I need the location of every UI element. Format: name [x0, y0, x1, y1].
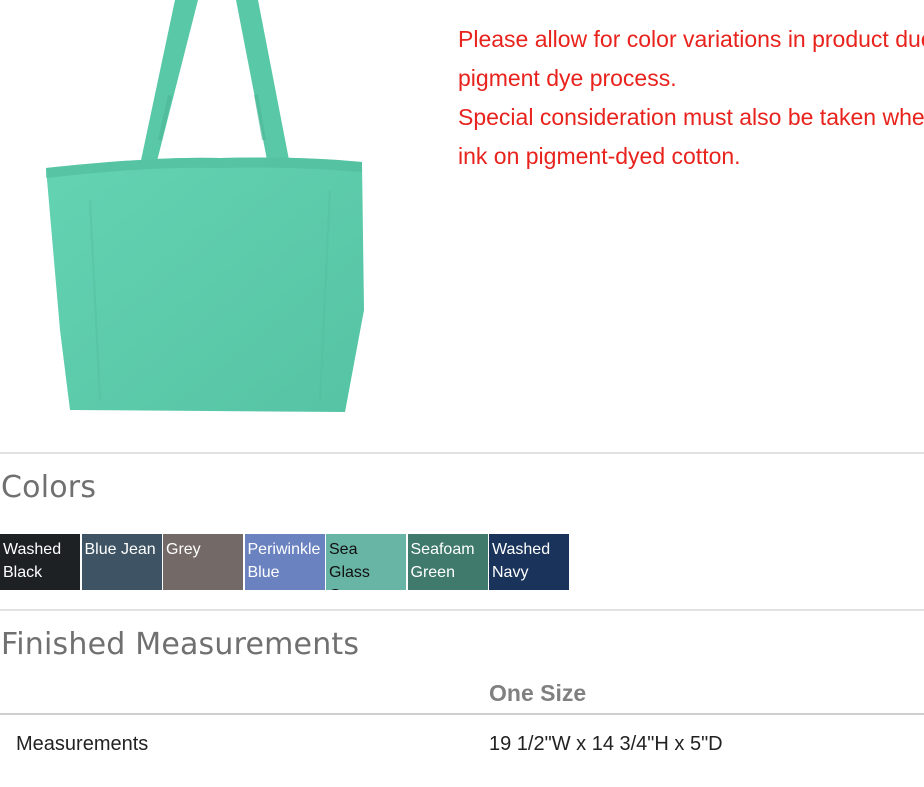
section-divider: [0, 609, 924, 611]
color-swatch[interactable]: Blue Jean: [81, 534, 162, 590]
notice-line: ink on pigment-dyed cotton.: [458, 143, 741, 169]
color-swatch[interactable]: Grey: [163, 534, 243, 590]
table-header-rule: [0, 713, 924, 715]
color-swatch-list: Washed Black Blue Jean Grey Periwinkle Blue…: [0, 534, 571, 590]
color-swatch[interactable]: Washed Navy: [489, 534, 569, 590]
color-swatch[interactable]: Seafoam Green: [407, 534, 488, 590]
color-swatch-label: Blue Jean: [84, 541, 156, 558]
color-swatch[interactable]: Sea Glass Green: [326, 534, 406, 590]
size-column-header: One Size: [489, 680, 587, 706]
measurement-row-value: 19 1/2"W x 14 3/4"H x 5"D: [489, 733, 723, 755]
bag-strap-right: [236, 0, 290, 165]
color-swatch[interactable]: Washed Black: [0, 534, 80, 590]
notice-line: Please allow for color variations in pro…: [458, 26, 924, 52]
notice-line: Special consideration must also be taken…: [458, 104, 924, 130]
finished-measurements-heading: Finished Measurements: [1, 627, 360, 662]
color-swatch-label: Washed Black: [3, 541, 62, 581]
color-swatch-label: Grey: [166, 541, 201, 558]
color-variation-notice: Please allow for color variations in pro…: [458, 20, 924, 176]
colors-heading: Colors: [1, 470, 97, 505]
color-swatch-label: Sea Glass Green: [329, 541, 373, 590]
bag-strap-left: [140, 0, 198, 165]
measurement-row-label: Measurements: [16, 733, 149, 755]
color-swatch-label: Washed Navy: [492, 541, 551, 581]
color-swatch-label: Periwinkle Blue: [247, 541, 321, 581]
color-swatch-label: Seafoam Green: [410, 541, 475, 581]
color-swatch[interactable]: Periwinkle Blue: [244, 534, 325, 590]
tote-bag-image: [46, 0, 364, 412]
section-divider: [0, 452, 924, 454]
notice-line: pigment dye process.: [458, 65, 677, 91]
